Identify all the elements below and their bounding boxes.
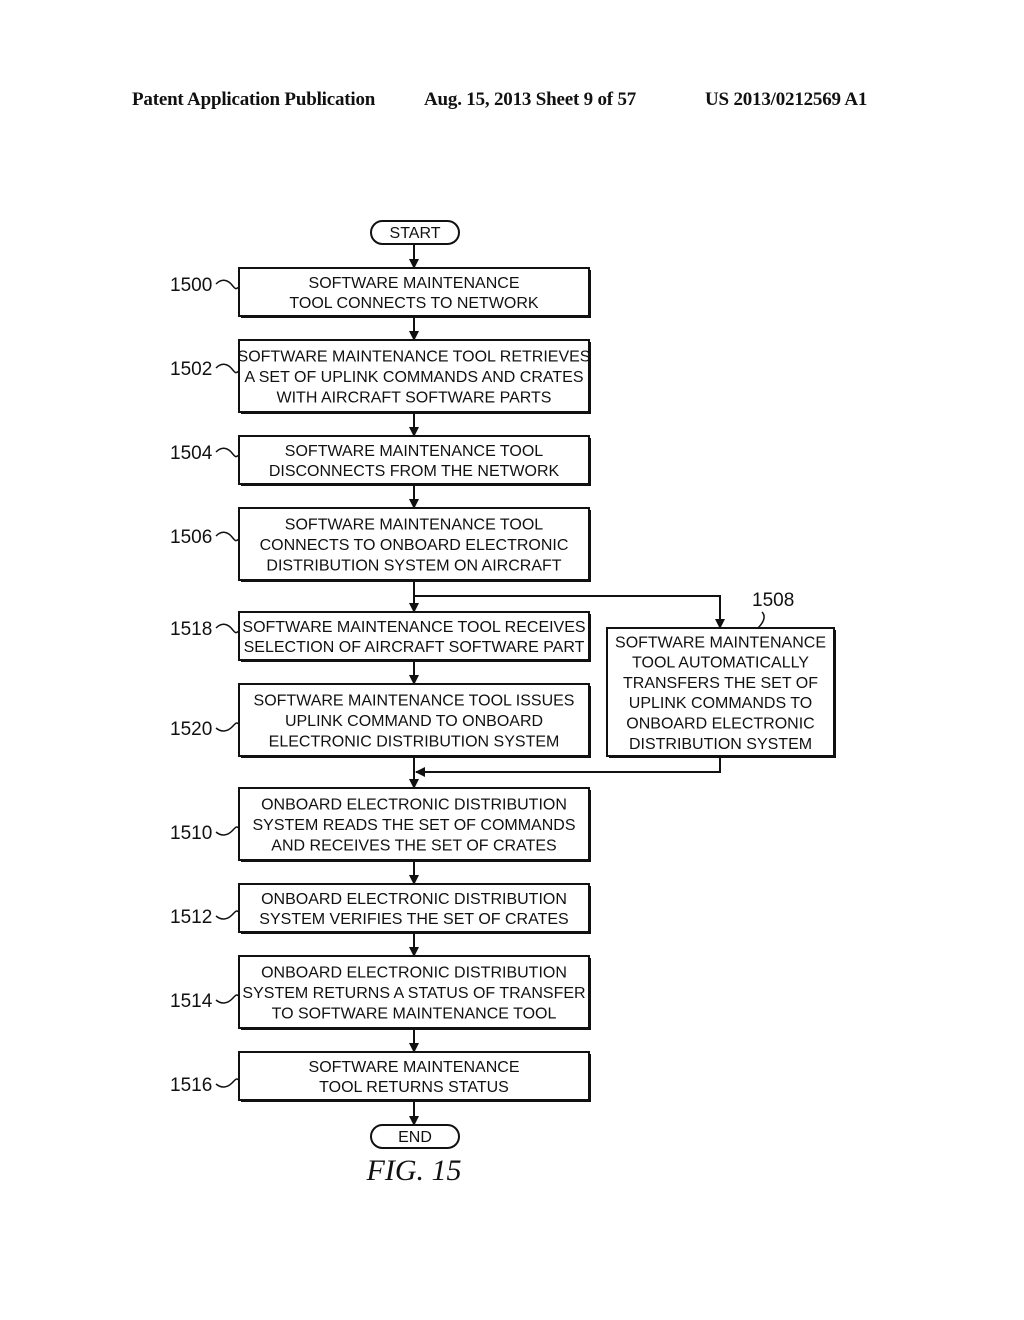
step-text-line: DISCONNECTS FROM THE NETWORK	[269, 463, 560, 480]
reference-numeral: 1510	[170, 823, 212, 844]
flowchart: START END SOFTWARE MAINTENANCE TOOL CONNE…	[170, 220, 836, 1187]
process-step-1506: SOFTWARE MAINTENANCE TOOL CONNECTS TO ONB…	[170, 507, 591, 582]
leader-squiggle	[215, 1078, 240, 1088]
process-step-1512: ONBOARD ELECTRONIC DISTRIBUTION SYSTEM VE…	[170, 883, 591, 934]
merge-arrow-from-1508	[415, 756, 721, 777]
reference-numeral: 1512	[170, 907, 212, 928]
start-terminal: START	[370, 220, 460, 245]
reference-numeral: 1518	[170, 619, 212, 640]
leader-squiggle	[215, 531, 240, 542]
reference-numeral: 1504	[170, 443, 213, 464]
leader-squiggle	[215, 279, 240, 290]
process-step-1500: SOFTWARE MAINTENANCE TOOL CONNECTS TO NET…	[170, 267, 591, 318]
step-text-line: SOFTWARE MAINTENANCE TOOL RETRIEVES	[238, 349, 591, 366]
step-text-line: ONBOARD ELECTRONIC DISTRIBUTION	[261, 797, 567, 814]
leader-squiggle	[757, 611, 765, 629]
step-text-line: SOFTWARE MAINTENANCE	[309, 1059, 520, 1076]
leader-squiggle	[215, 363, 240, 374]
leader-squiggle	[215, 447, 240, 458]
step-text-line: SOFTWARE MAINTENANCE TOOL ISSUES	[254, 693, 575, 710]
step-text-line: TOOL RETURNS STATUS	[319, 1079, 509, 1096]
step-text-line: ONBOARD ELECTRONIC DISTRIBUTION	[261, 965, 567, 982]
process-step-1508: SOFTWARE MAINTENANCE TOOL AUTOMATICALLY TR…	[606, 590, 836, 758]
leader-squiggle	[215, 722, 240, 732]
figure-label: FIG. 15	[366, 1154, 462, 1187]
reference-numeral: 1502	[170, 359, 212, 380]
reference-numeral: 1506	[170, 527, 212, 548]
step-text-line: DISTRIBUTION SYSTEM ON AIRCRAFT	[266, 557, 561, 574]
leader-squiggle	[215, 826, 240, 836]
step-text-line: SYSTEM RETURNS A STATUS OF TRANSFER	[242, 985, 585, 1002]
reference-numeral: 1508	[752, 590, 794, 611]
process-step-1520: SOFTWARE MAINTENANCE TOOL ISSUES UPLINK C…	[170, 683, 591, 758]
leader-squiggle	[215, 994, 240, 1004]
end-label: END	[398, 1129, 432, 1146]
process-step-1516: SOFTWARE MAINTENANCE TOOL RETURNS STATUS 1…	[170, 1051, 591, 1102]
reference-numeral: 1520	[170, 719, 212, 740]
process-step-1510: ONBOARD ELECTRONIC DISTRIBUTION SYSTEM RE…	[170, 787, 591, 862]
step-text-line: SOFTWARE MAINTENANCE	[309, 275, 520, 292]
step-text-line: WITH AIRCRAFT SOFTWARE PARTS	[277, 389, 552, 406]
process-step-1502: SOFTWARE MAINTENANCE TOOL RETRIEVES A SET…	[170, 339, 591, 414]
step-text-line: ELECTRONIC DISTRIBUTION SYSTEM	[269, 733, 560, 750]
process-step-1518: SOFTWARE MAINTENANCE TOOL RECEIVES SELECT…	[170, 611, 591, 662]
step-text-line: A SET OF UPLINK COMMANDS AND CRATES	[244, 369, 583, 386]
step-text-line: TO SOFTWARE MAINTENANCE TOOL	[272, 1005, 557, 1022]
reference-numeral: 1500	[170, 275, 212, 296]
step-text-line: SOFTWARE MAINTENANCE	[615, 634, 826, 651]
step-text-line: UPLINK COMMANDS TO	[629, 695, 812, 712]
step-text-line: CONNECTS TO ONBOARD ELECTRONIC	[260, 537, 569, 554]
leader-squiggle	[215, 623, 240, 634]
step-text-line: ONBOARD ELECTRONIC DISTRIBUTION	[261, 891, 567, 908]
step-text-line: TRANSFERS THE SET OF	[623, 675, 818, 692]
leader-squiggle	[215, 910, 240, 920]
step-text-line: AND RECEIVES THE SET OF CRATES	[271, 837, 556, 854]
step-text-line: ONBOARD ELECTRONIC	[626, 715, 814, 732]
step-text-line: SOFTWARE MAINTENANCE TOOL RECEIVES	[242, 619, 585, 636]
step-text-line: TOOL AUTOMATICALLY	[632, 655, 809, 672]
step-text-line: SOFTWARE MAINTENANCE TOOL	[285, 443, 544, 460]
reference-numeral: 1514	[170, 991, 213, 1012]
step-text-line: UPLINK COMMAND TO ONBOARD	[285, 713, 543, 730]
step-text-line: SOFTWARE MAINTENANCE TOOL	[285, 517, 544, 534]
step-text-line: SYSTEM VERIFIES THE SET OF CRATES	[259, 911, 568, 928]
reference-numeral: 1516	[170, 1075, 212, 1096]
process-step-1514: ONBOARD ELECTRONIC DISTRIBUTION SYSTEM RE…	[170, 955, 591, 1030]
start-label: START	[390, 225, 441, 242]
step-text-line: SELECTION OF AIRCRAFT SOFTWARE PART	[244, 639, 585, 656]
step-text-line: TOOL CONNECTS TO NETWORK	[289, 295, 539, 312]
end-terminal: END	[370, 1124, 460, 1149]
step-text-line: SYSTEM READS THE SET OF COMMANDS	[252, 817, 575, 834]
process-step-1504: SOFTWARE MAINTENANCE TOOL DISCONNECTS FRO…	[170, 435, 591, 486]
step-text-line: DISTRIBUTION SYSTEM	[629, 736, 812, 753]
